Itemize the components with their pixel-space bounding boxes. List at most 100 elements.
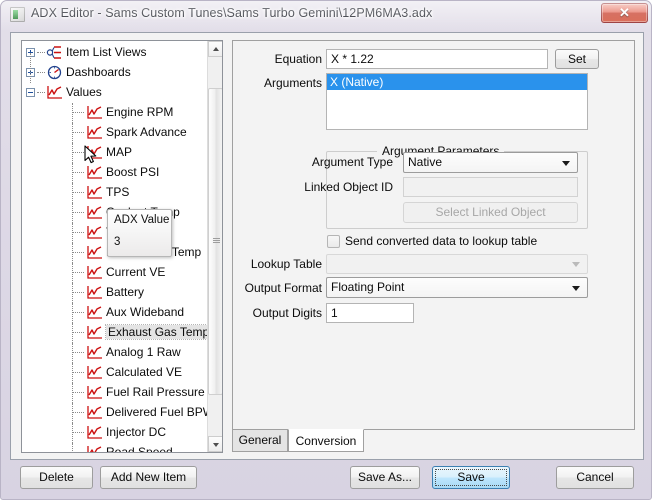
- tree-item-current-ve[interactable]: Current VE: [22, 263, 208, 283]
- output-format-select[interactable]: Floating Point: [326, 277, 588, 298]
- cancel-button[interactable]: Cancel: [556, 466, 634, 489]
- send-to-lookup-label[interactable]: Send converted data to lookup table: [345, 234, 537, 248]
- tree-item-dashboards[interactable]: Dashboards: [22, 63, 208, 83]
- tree-item-values[interactable]: Values: [22, 83, 208, 103]
- value-graph-icon: [86, 345, 103, 360]
- select-linked-object-button[interactable]: Select Linked Object: [403, 202, 578, 223]
- value-graph-icon: [46, 85, 63, 100]
- scroll-up-button[interactable]: [208, 41, 222, 57]
- tree-item-label: Boost PSI: [106, 165, 160, 179]
- tree-item-boost-psi[interactable]: Boost PSI: [22, 163, 208, 183]
- tree-connector-line: [72, 403, 73, 423]
- chevron-down-icon: [562, 160, 570, 166]
- mouse-cursor-icon: [84, 145, 97, 164]
- title-bar[interactable]: ADX Editor - Sams Custom Tunes\Sams Turb…: [1, 1, 651, 29]
- set-equation-button[interactable]: Set: [555, 49, 599, 69]
- value-graph-icon: [86, 445, 103, 452]
- tree-item-aux-wideband[interactable]: Aux Wideband: [22, 303, 208, 323]
- item-list-views-icon: [46, 45, 63, 60]
- add-new-item-button[interactable]: Add New Item: [100, 466, 197, 489]
- object-tree-panel[interactable]: Item List Views Dashboards Values Engine RP…: [21, 40, 223, 453]
- tab-general[interactable]: General: [232, 430, 288, 452]
- save-as-button[interactable]: Save As...: [350, 466, 420, 489]
- tree-connector-line: [72, 203, 73, 223]
- window-title: ADX Editor - Sams Custom Tunes\Sams Turb…: [31, 6, 433, 20]
- tree-connector-line: [72, 343, 73, 363]
- argument-type-select[interactable]: Native: [403, 152, 578, 173]
- tree-item-item-list-views[interactable]: Item List Views: [22, 43, 208, 63]
- tree-connector-line: [72, 423, 73, 443]
- document-icon: [10, 7, 25, 22]
- tree-connector-line: [72, 143, 73, 163]
- tree-collapse-icon[interactable]: [26, 88, 35, 97]
- tree-item-fuel-rail-pressure[interactable]: Fuel Rail Pressure: [22, 383, 208, 403]
- value-graph-icon: [86, 305, 103, 320]
- tree-item-label: Battery: [106, 285, 145, 299]
- equation-input[interactable]: X * 1.22: [326, 49, 548, 69]
- save-button[interactable]: Save: [432, 466, 510, 489]
- tree-connector-line: [72, 123, 73, 143]
- tree-item-label: Fuel Rail Pressure: [106, 385, 205, 399]
- tree-item-label: Dashboards: [66, 65, 131, 79]
- lookup-table-label: Lookup Table: [250, 257, 322, 271]
- tree-item-exhaust-gas-temp[interactable]: Exhaust Gas Temp: [22, 323, 213, 343]
- value-graph-icon: [86, 205, 103, 220]
- focus-ring: [435, 469, 507, 486]
- close-button[interactable]: ✕: [601, 3, 648, 23]
- tree-item-spark-advance[interactable]: Spark Advance: [22, 123, 208, 143]
- tree-item-injector-dc[interactable]: Injector DC: [22, 423, 208, 443]
- output-digits-input[interactable]: 1: [326, 303, 414, 323]
- tree-connector-line: [72, 303, 73, 323]
- scroll-down-button[interactable]: [208, 436, 222, 452]
- tree-connector-line: [72, 252, 84, 253]
- tree-connector-line: [72, 432, 84, 433]
- tree-item-label: Road Speed: [106, 445, 173, 453]
- editor-tab-control: Equation X * 1.22 Set Arguments X (Nativ…: [232, 40, 635, 453]
- tree-item-tps[interactable]: TPS: [22, 183, 208, 203]
- linked-object-id-input[interactable]: [403, 177, 578, 197]
- tree-item-map[interactable]: MAP: [22, 143, 208, 163]
- equation-label: Equation: [274, 52, 322, 66]
- delete-button[interactable]: Delete: [20, 466, 93, 489]
- scrollbar-grip-icon: [213, 238, 220, 244]
- chevron-down-icon: [572, 285, 580, 291]
- tree-connector-line: [72, 283, 73, 303]
- lookup-table-select[interactable]: [326, 254, 588, 274]
- tree-connector-line: [72, 263, 73, 283]
- tree-item-label: Current VE: [106, 265, 166, 279]
- tree-item-analog-1-raw[interactable]: Analog 1 Raw: [22, 343, 208, 363]
- tooltip-value: 3: [114, 236, 121, 248]
- scrollbar-thumb[interactable]: [208, 88, 222, 395]
- tree-item-battery[interactable]: Battery: [22, 283, 208, 303]
- tree-item-label: Calculated VE: [106, 365, 183, 379]
- tree-connector-line: [72, 383, 73, 403]
- tooltip-title: ADX Value: [114, 214, 170, 226]
- tree-item-label: MAP: [106, 145, 133, 159]
- arguments-list-item[interactable]: X (Native): [327, 74, 587, 90]
- tree-item-calculated-ve[interactable]: Calculated VE: [22, 363, 208, 383]
- value-graph-icon: [86, 105, 103, 120]
- send-to-lookup-checkbox[interactable]: [327, 235, 340, 248]
- tree-connector-line: [72, 312, 84, 313]
- tree-item-label: Spark Advance: [106, 125, 187, 139]
- tree-item-engine-rpm[interactable]: Engine RPM: [22, 103, 208, 123]
- linked-object-id-label: Linked Object ID: [304, 180, 393, 194]
- tree-item-label: Aux Wideband: [106, 305, 185, 319]
- output-format-label: Output Format: [244, 281, 322, 295]
- tree-scrollbar[interactable]: [207, 41, 222, 452]
- tree-connector-line: [72, 443, 73, 452]
- tree-connector-line: [72, 212, 84, 213]
- tree-connector-line: [72, 223, 73, 243]
- tree-connector-line: [72, 352, 84, 353]
- value-graph-icon: [86, 285, 103, 300]
- tree-item-label: Analog 1 Raw: [106, 345, 181, 359]
- arguments-listbox[interactable]: X (Native): [326, 73, 588, 130]
- tree-connector-line: [72, 232, 84, 233]
- tree-item-delivered-fuel-bpw[interactable]: Delivered Fuel BPW: [22, 403, 214, 423]
- client-area: Item List Views Dashboards Values Engine RP…: [10, 32, 644, 460]
- tree-item-road-speed[interactable]: Road Speed: [22, 443, 208, 453]
- tab-conversion[interactable]: Conversion: [288, 429, 364, 452]
- tree-connector-line: [30, 53, 31, 83]
- tree-item-label: Values: [66, 85, 102, 99]
- value-graph-icon: [86, 325, 103, 340]
